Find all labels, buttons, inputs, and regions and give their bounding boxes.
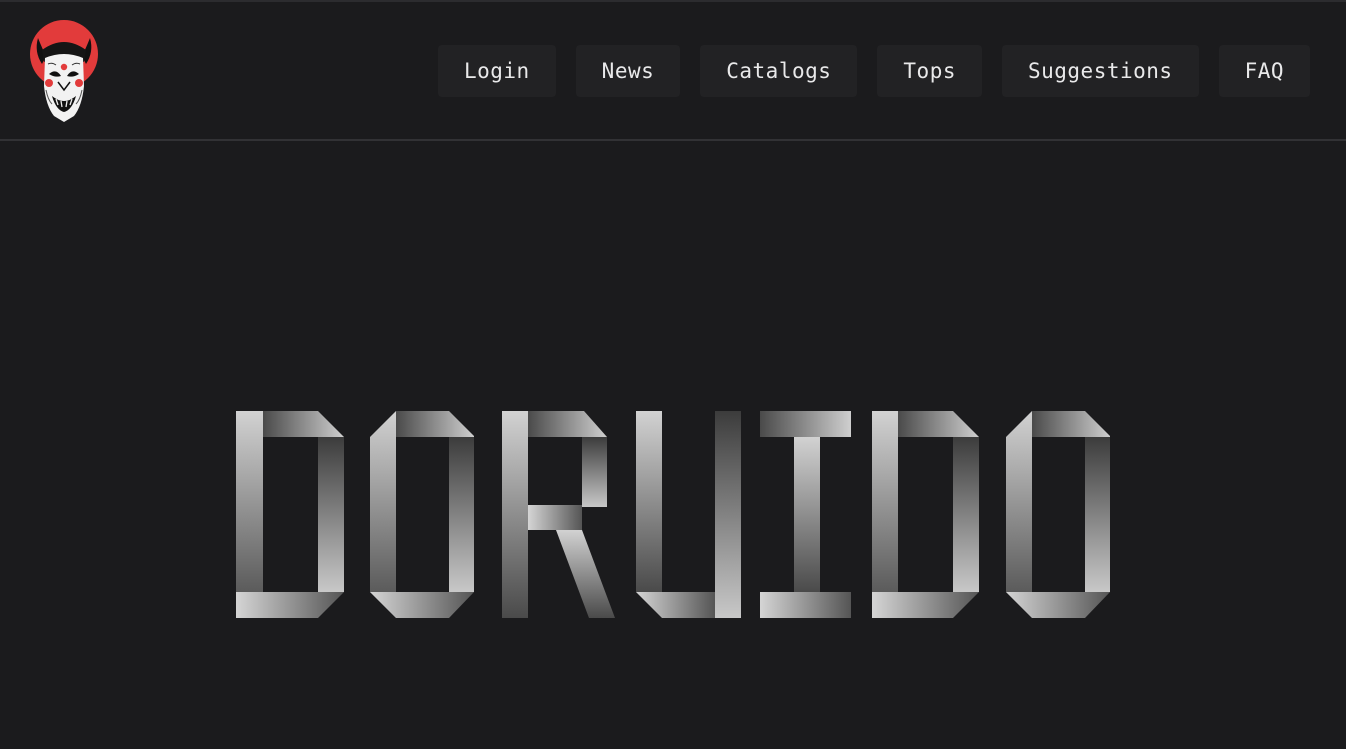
nav-tops-button[interactable]: Tops [877, 45, 982, 97]
letter-o-1 [370, 411, 474, 618]
hero-section [0, 141, 1346, 749]
nav-suggestions-button[interactable]: Suggestions [1001, 45, 1199, 97]
nav-login-button[interactable]: Login [437, 45, 556, 97]
letter-i [760, 411, 851, 618]
letter-o-2 [1006, 411, 1110, 618]
letter-r [502, 411, 615, 618]
letter-d-1 [236, 411, 344, 618]
letter-d-2 [872, 411, 979, 618]
oni-mask-logo-icon[interactable] [28, 16, 102, 126]
doruido-wordmark [236, 411, 1110, 618]
main-nav: Login News Catalogs Tops Suggestions FAQ [437, 45, 1310, 97]
nav-catalogs-button[interactable]: Catalogs [700, 45, 858, 97]
letter-u [636, 411, 741, 618]
nav-faq-button[interactable]: FAQ [1218, 45, 1310, 97]
site-header: Login News Catalogs Tops Suggestions FAQ [0, 2, 1346, 139]
nav-news-button[interactable]: News [575, 45, 681, 97]
